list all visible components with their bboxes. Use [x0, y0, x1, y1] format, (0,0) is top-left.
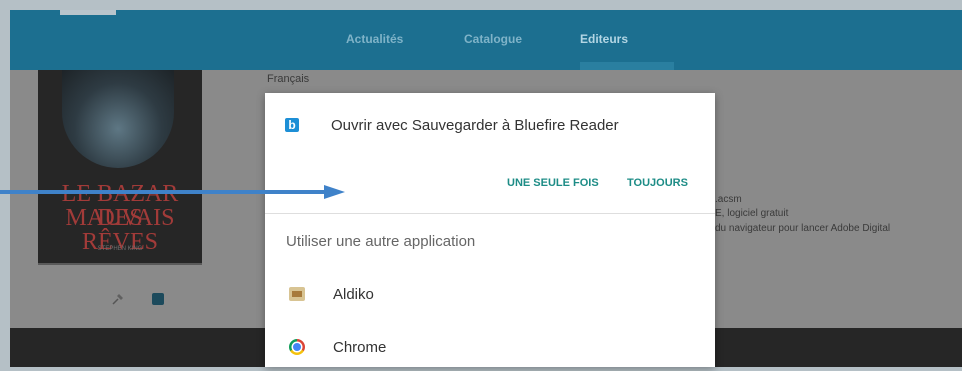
pin-icon[interactable] — [111, 292, 125, 306]
aldiko-icon — [289, 287, 305, 301]
just-once-button[interactable]: UNE SEULE FOIS — [507, 177, 599, 189]
always-button[interactable]: TOUJOURS — [627, 177, 688, 189]
share-icon[interactable] — [152, 293, 164, 305]
dialog-title: Ouvrir avec Sauvegarder à Bluefire Reade… — [331, 117, 619, 134]
open-with-dialog: b Ouvrir avec Sauvegarder à Bluefire Rea… — [265, 93, 715, 367]
other-app-label: Utiliser une autre application — [286, 233, 476, 250]
book-cover[interactable]: LE BAZAR DES MAUVAIS RÊVES STEPHEN KING — [38, 70, 202, 265]
app-option-aldiko[interactable]: Aldiko — [265, 272, 715, 318]
language-value: Français — [267, 73, 310, 85]
app-option-label: Aldiko — [333, 286, 374, 303]
meta-line-software: E, logiciel gratuit — [715, 208, 789, 219]
nav-editeurs[interactable]: Editeurs — [580, 32, 628, 46]
cover-author: STEPHEN KING — [97, 246, 143, 252]
chrome-icon — [289, 339, 305, 355]
app-option-chrome[interactable]: Chrome — [265, 325, 715, 371]
nav-actualites[interactable]: Actualités — [346, 32, 403, 46]
app-option-label: Chrome — [333, 339, 387, 356]
nav-active-indicator — [580, 62, 674, 70]
meta-line-browser: du navigateur pour lancer Adobe Digital — [715, 223, 891, 234]
annotation-arrow-icon — [0, 185, 345, 199]
cover-illustration — [62, 70, 174, 168]
site-logo[interactable] — [60, 10, 116, 15]
bluefire-icon-letter: b — [288, 118, 296, 132]
meta-line-acsm: .acsm — [715, 194, 742, 205]
nav-catalogue[interactable]: Catalogue — [464, 32, 522, 46]
dialog-divider — [265, 213, 715, 214]
bluefire-icon: b — [285, 118, 299, 132]
site-navbar: Actualités Catalogue Editeurs — [10, 10, 962, 70]
